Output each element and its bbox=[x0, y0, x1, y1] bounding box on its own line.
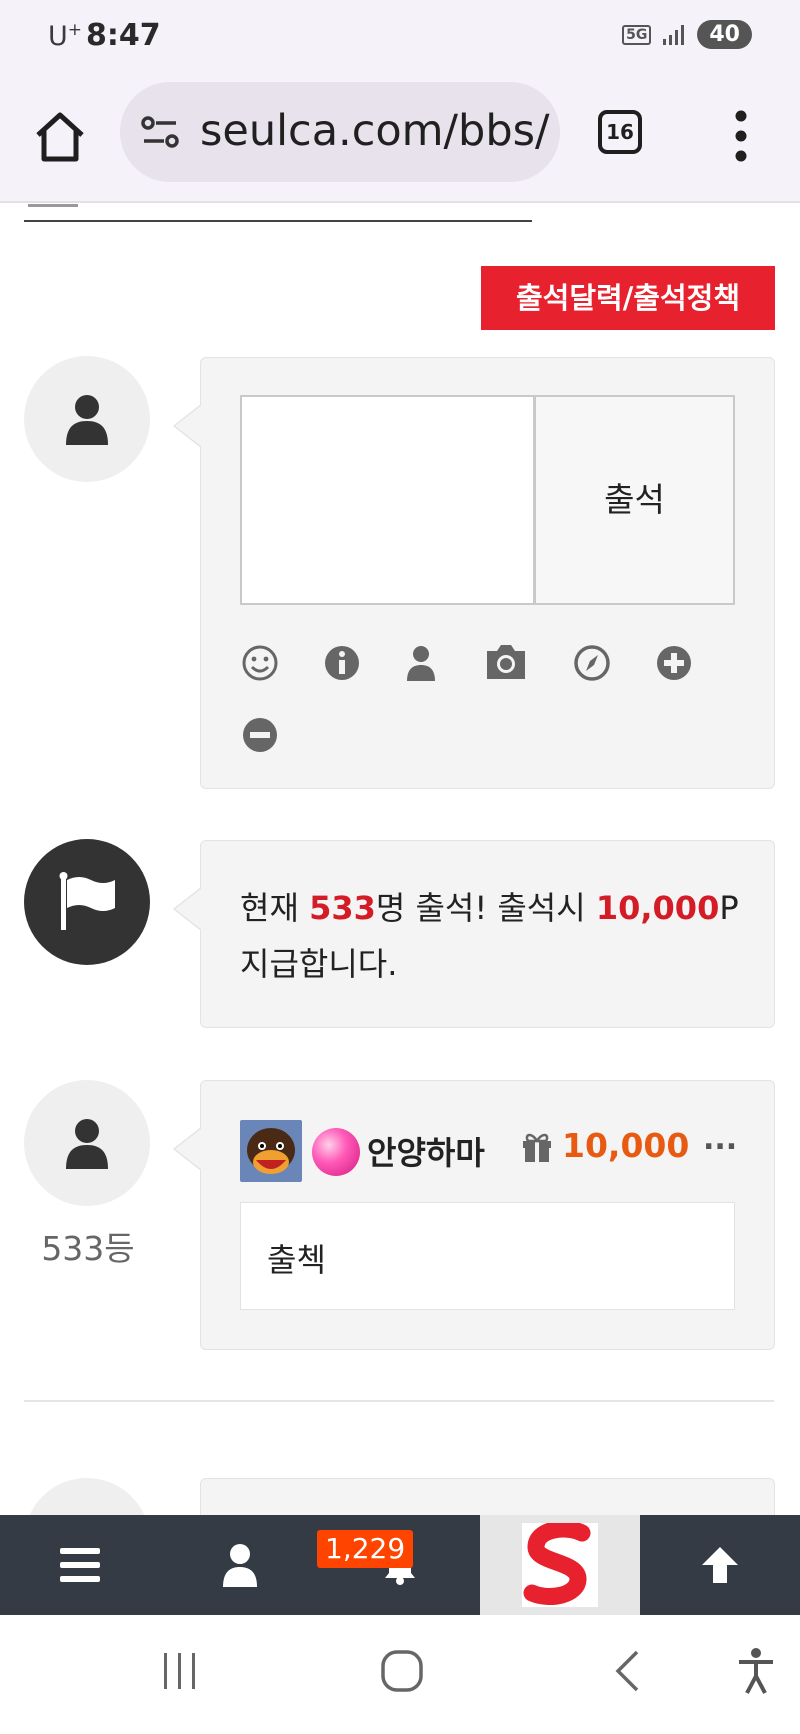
arrow-up-icon bbox=[702, 1547, 738, 1583]
status-bar: U+ 8:47 5G 40 bbox=[0, 0, 800, 72]
nav-user-button[interactable] bbox=[160, 1515, 320, 1615]
status-time: 8:47 bbox=[86, 18, 161, 53]
menu-icon bbox=[60, 1548, 100, 1582]
user-icon bbox=[223, 1544, 257, 1587]
attendance-calendar-button[interactable]: 출석달력/출석정책 bbox=[481, 266, 775, 330]
entry-divider bbox=[24, 1400, 774, 1402]
android-nav-bar bbox=[0, 1615, 800, 1734]
more-options-button[interactable]: ... bbox=[703, 1122, 737, 1157]
notice-avatar bbox=[24, 839, 150, 965]
section-divider bbox=[24, 220, 532, 222]
battery-indicator: 40 bbox=[697, 20, 752, 49]
camera-icon[interactable] bbox=[483, 641, 529, 683]
user-icon[interactable] bbox=[401, 643, 441, 683]
recent-apps-icon[interactable] bbox=[160, 1651, 200, 1691]
info-icon[interactable] bbox=[322, 643, 362, 683]
user-icon bbox=[66, 395, 108, 445]
site-logo bbox=[522, 1523, 598, 1607]
url-text[interactable]: seulca.com/bbs/ bbox=[200, 106, 550, 156]
rank-label: 533등 bbox=[41, 1229, 135, 1268]
carrier-label: U+ bbox=[48, 20, 83, 52]
section-marker bbox=[28, 204, 78, 207]
compass-icon[interactable] bbox=[572, 643, 612, 683]
browser-toolbar: seulca.com/bbs/ 16 bbox=[0, 72, 800, 203]
entry-points: 10,000 bbox=[562, 1126, 690, 1165]
minus-circle-icon[interactable] bbox=[240, 715, 280, 755]
notification-count-badge: 1,229 bbox=[317, 1530, 414, 1568]
attendance-count: 533 bbox=[309, 889, 376, 927]
username[interactable]: 안양하마 bbox=[367, 1128, 485, 1174]
network-5g-icon: 5G bbox=[622, 24, 652, 45]
user-profile-image[interactable] bbox=[240, 1120, 302, 1182]
comment-textarea[interactable] bbox=[240, 395, 535, 605]
nav-menu-button[interactable] bbox=[0, 1515, 160, 1615]
entry-avatar bbox=[24, 1080, 150, 1206]
more-vert-icon[interactable] bbox=[726, 108, 756, 164]
attend-submit-button[interactable]: 출석 bbox=[534, 395, 735, 605]
site-settings-icon[interactable] bbox=[140, 114, 180, 150]
signal-icon bbox=[663, 24, 685, 45]
level-badge bbox=[312, 1128, 360, 1176]
tabs-icon[interactable]: 16 bbox=[598, 110, 642, 154]
user-icon bbox=[66, 1119, 108, 1169]
status-icons: 5G 40 bbox=[622, 20, 752, 49]
back-icon[interactable] bbox=[612, 1649, 642, 1693]
home-nav-icon[interactable] bbox=[380, 1649, 424, 1693]
avatar bbox=[24, 356, 150, 482]
plus-circle-icon[interactable] bbox=[654, 643, 694, 683]
gift-icon bbox=[523, 1133, 551, 1162]
accessibility-icon[interactable] bbox=[736, 1647, 776, 1695]
address-bar[interactable]: seulca.com/bbs/ bbox=[120, 82, 560, 182]
nav-scroll-top-button[interactable] bbox=[640, 1515, 800, 1615]
nav-site-logo[interactable] bbox=[480, 1515, 640, 1615]
emoji-icon[interactable] bbox=[240, 643, 280, 683]
flag-icon bbox=[59, 872, 115, 930]
attendance-notice: 현재 533명 출석! 출석시 10,000P 지급합니다. bbox=[240, 889, 739, 983]
entry-message: 출첵 bbox=[267, 1241, 326, 1279]
home-icon[interactable] bbox=[30, 107, 90, 167]
entry-message-box: 출첵 bbox=[240, 1202, 735, 1310]
reward-points: 10,000 bbox=[595, 889, 720, 927]
